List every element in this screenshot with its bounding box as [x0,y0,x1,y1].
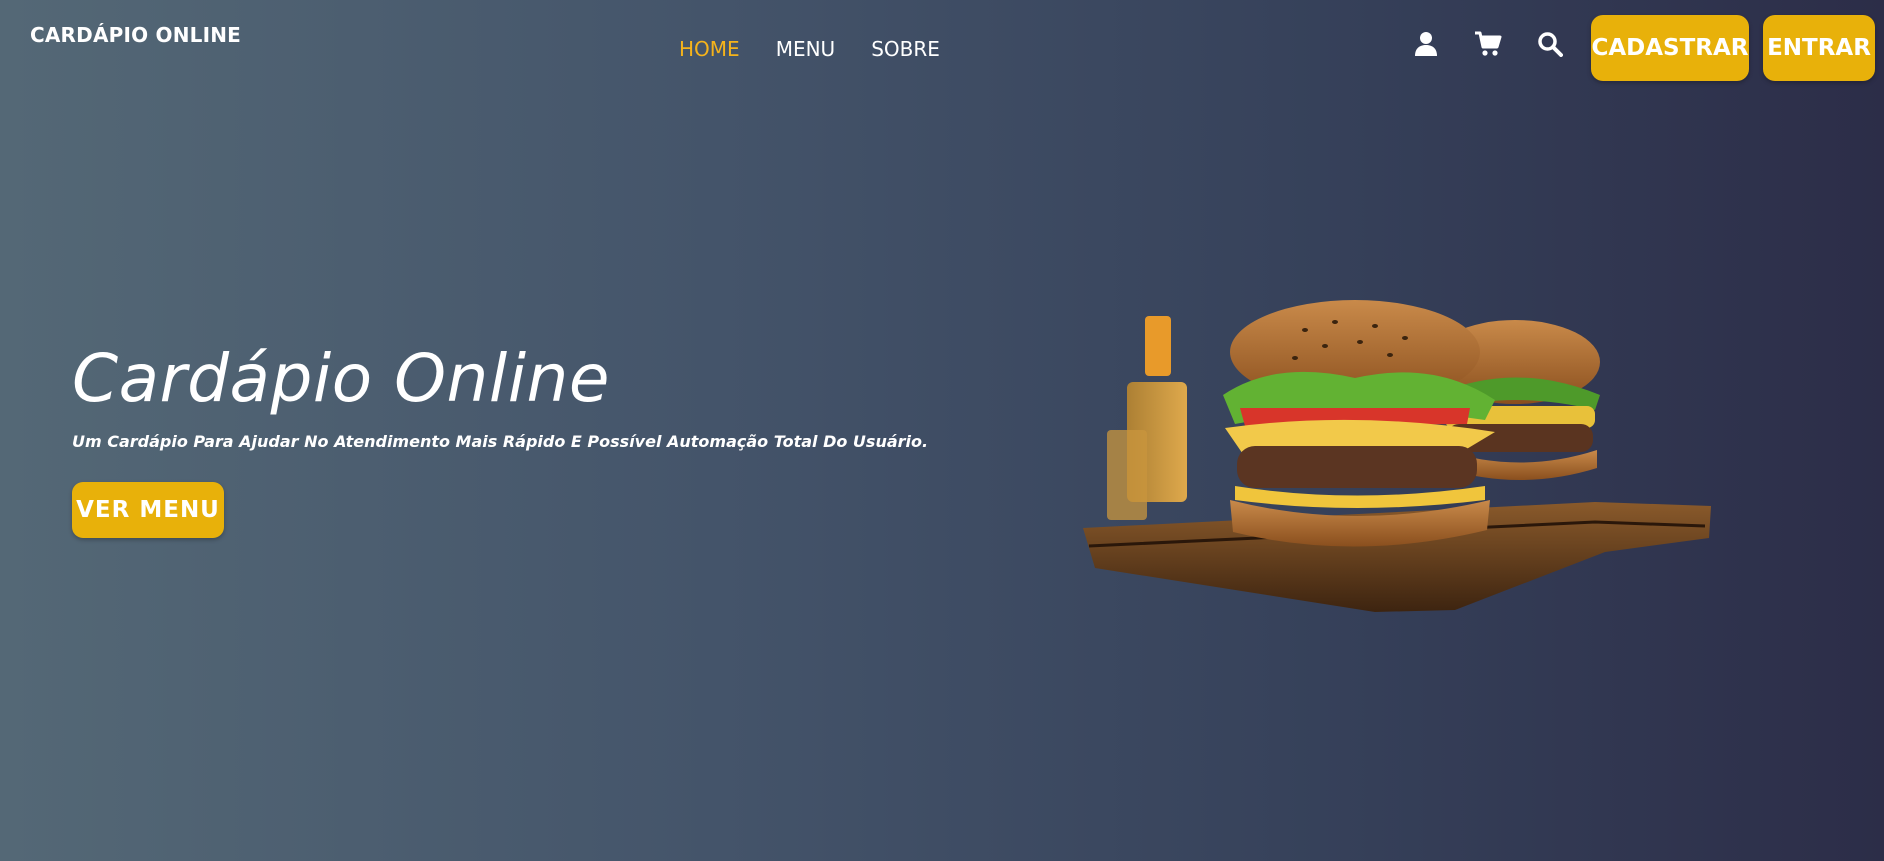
user-icon[interactable] [1412,30,1440,58]
main-nav: HOME MENU SOBRE [679,37,940,61]
cart-icon[interactable] [1474,30,1502,58]
nav-menu[interactable]: MENU [776,37,836,61]
nav-home[interactable]: HOME [679,37,740,61]
register-button[interactable]: CADASTRAR [1591,15,1749,81]
hero-subtitle: Um Cardápio Para Ajudar No Atendimento M… [72,432,929,451]
nav-sobre[interactable]: SOBRE [871,37,940,61]
burger-image [1083,300,1711,612]
hero-title: Cardápio Online [72,340,610,417]
see-menu-button[interactable]: VER MENU [72,482,224,538]
brand-logo[interactable]: CARDÁPIO ONLINE [30,23,241,47]
login-button[interactable]: ENTRAR [1763,15,1875,81]
header-icons [1412,30,1564,58]
search-icon[interactable] [1536,30,1564,58]
